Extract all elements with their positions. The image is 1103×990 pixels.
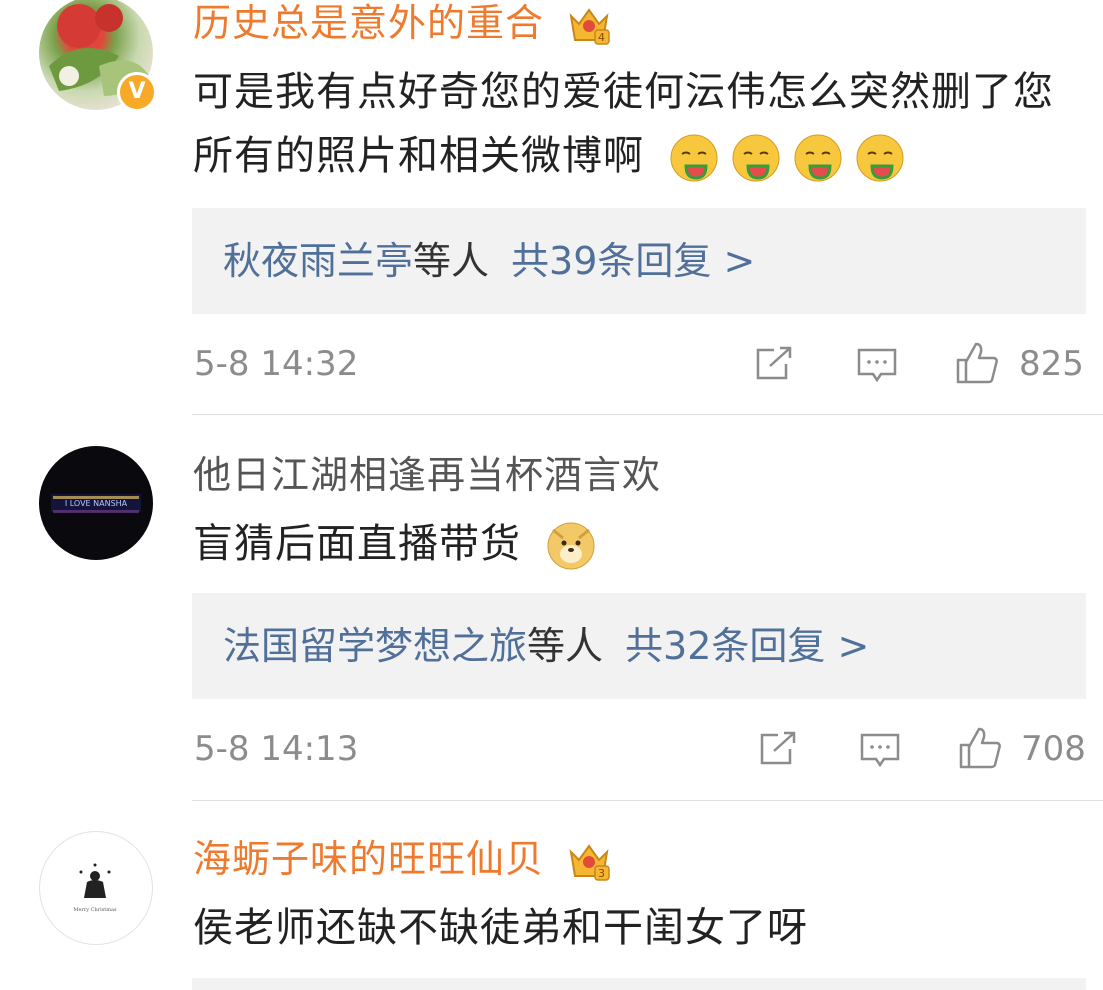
- avatar[interactable]: Merry Christmas: [39, 831, 153, 945]
- comment-text: 盲猜后面直播带货: [193, 512, 1073, 576]
- svg-text:4: 4: [598, 31, 606, 44]
- verified-badge-icon: V: [117, 72, 157, 112]
- watermelon-face-icon: [732, 134, 780, 182]
- username-text[interactable]: 海蛎子味的旺旺仙贝: [193, 837, 544, 881]
- comment-text-content: 盲猜后面直播带货: [193, 521, 521, 567]
- svg-text:I LOVE NANSHA: I LOVE NANSHA: [65, 499, 128, 508]
- comment-text-content: 可是我有点好奇您的爱徒何沄伟怎么突然删了您所有的照片和相关微博啊: [193, 69, 1054, 179]
- reply-users-suffix: 等人: [527, 624, 604, 668]
- reply-users-suffix: 等人: [413, 239, 490, 283]
- svg-text:3: 3: [598, 867, 606, 880]
- like-count: 825: [1019, 344, 1084, 384]
- share-icon[interactable]: [752, 344, 796, 384]
- share-icon[interactable]: [756, 729, 800, 769]
- username[interactable]: 历史总是意外的重合 4: [193, 0, 611, 46]
- avatar[interactable]: I LOVE NANSHA: [39, 446, 153, 560]
- replies-summary[interactable]: 秋夜雨兰亭等人 共39条回复 >: [192, 208, 1086, 314]
- username[interactable]: 海蛎子味的旺旺仙贝 3: [193, 836, 611, 882]
- comment-text: 侯老师还缺不缺徒弟和干闺女了呀: [193, 896, 1073, 960]
- divider: [192, 414, 1103, 415]
- like-icon[interactable]: [957, 725, 1003, 771]
- username[interactable]: 他日江湖相逢再当杯酒言欢: [193, 452, 661, 498]
- like-icon[interactable]: [954, 340, 1000, 386]
- comment-text: 可是我有点好奇您的爱徒何沄伟怎么突然删了您所有的照片和相关微博啊: [193, 60, 1073, 188]
- doge-icon: [547, 522, 595, 570]
- svg-text:Merry Christmas: Merry Christmas: [73, 907, 117, 913]
- watermelon-face-icon: [794, 134, 842, 182]
- username-text[interactable]: 历史总是意外的重合: [193, 1, 544, 45]
- reply-users[interactable]: 法国留学梦想之旅: [223, 624, 527, 668]
- comment-time: 5-8 14:13: [194, 729, 359, 769]
- like-count: 708: [1021, 729, 1086, 769]
- reply-count-link[interactable]: 共32条回复 >: [625, 624, 869, 668]
- comment-text-content: 侯老师还缺不缺徒弟和干闺女了呀: [193, 905, 808, 951]
- reply-count-link[interactable]: 共39条回复 >: [511, 239, 755, 283]
- watermelon-face-icon: [856, 134, 904, 182]
- comment-icon[interactable]: [858, 729, 902, 769]
- divider: [192, 800, 1103, 801]
- crown-badge-icon: 4: [569, 7, 610, 45]
- replies-summary[interactable]: 法国留学梦想之旅等人 共32条回复 >: [192, 593, 1086, 699]
- replies-summary[interactable]: [192, 978, 1086, 990]
- comment-icon[interactable]: [855, 344, 899, 384]
- username-text[interactable]: 他日江湖相逢再当杯酒言欢: [193, 453, 661, 497]
- crown-badge-icon: 3: [569, 843, 610, 881]
- watermelon-face-icon: [670, 134, 718, 182]
- comment-time: 5-8 14:32: [194, 344, 359, 384]
- reply-users[interactable]: 秋夜雨兰亭: [223, 239, 413, 283]
